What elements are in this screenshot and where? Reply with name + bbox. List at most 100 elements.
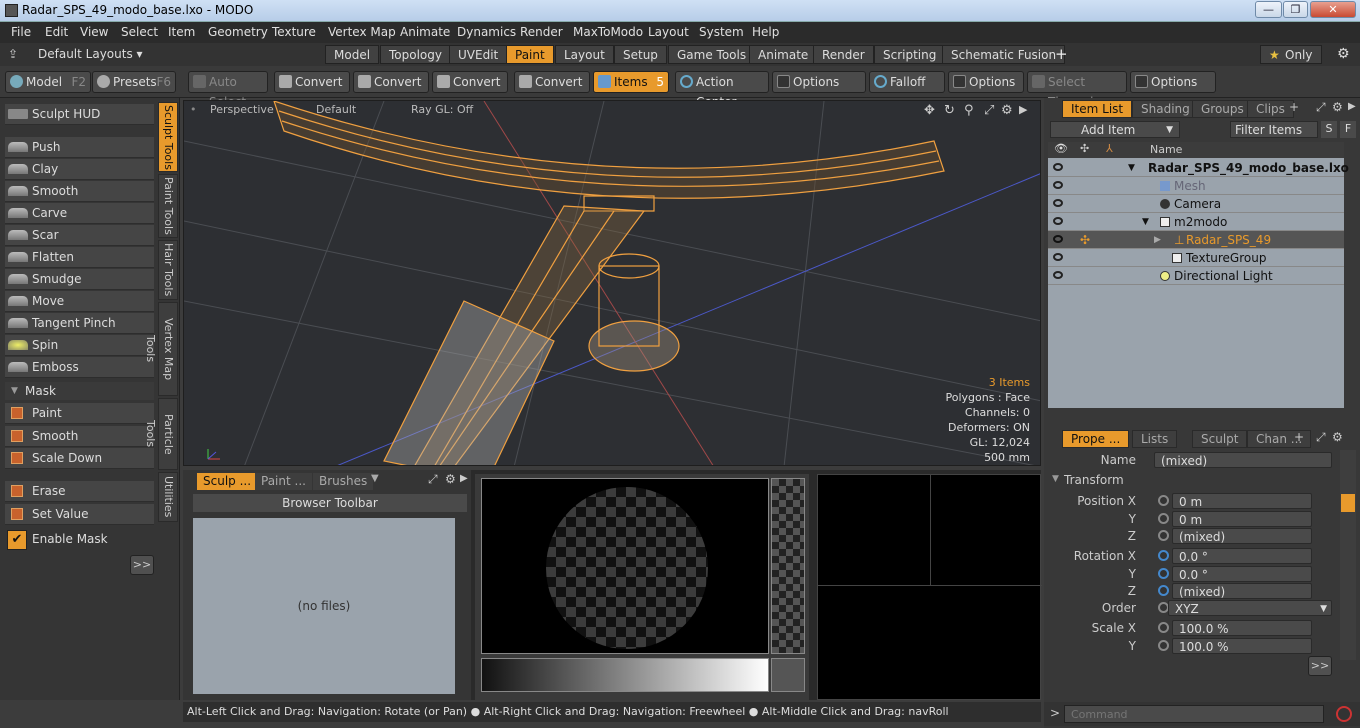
- tab-sculpt-presets[interactable]: Sculp ...: [197, 473, 258, 490]
- lock-column-icon[interactable]: ✣: [1080, 142, 1089, 155]
- viewport-arrow-icon[interactable]: ▶: [1019, 103, 1027, 116]
- order-dropdown[interactable]: XYZ ▼: [1168, 600, 1332, 616]
- eye-icon[interactable]: [1053, 235, 1063, 243]
- position-z-field[interactable]: (mixed): [1172, 528, 1312, 544]
- tool-spin[interactable]: Spin: [5, 335, 154, 356]
- rotation-x-field[interactable]: 0.0 °: [1172, 548, 1312, 564]
- position-y-field[interactable]: 0 m: [1172, 511, 1312, 527]
- side-tab-active[interactable]: [1341, 494, 1355, 512]
- eye-icon[interactable]: [1053, 271, 1063, 279]
- vtab-particle-tools[interactable]: Particle Tools: [144, 398, 178, 470]
- scale-x-field[interactable]: 100.0 %: [1172, 620, 1312, 636]
- tab-animate[interactable]: Animate: [749, 45, 818, 64]
- rotation-z-field[interactable]: (mixed): [1172, 583, 1312, 599]
- mask-header[interactable]: ▼ Mask: [5, 382, 154, 400]
- menu-layout[interactable]: Layout: [648, 25, 689, 39]
- tab-model[interactable]: Model: [325, 45, 380, 64]
- convert-button-4[interactable]: Convert: [514, 71, 590, 93]
- only-button[interactable]: ★ Only: [1260, 45, 1322, 64]
- tab-game-tools[interactable]: Game Tools: [668, 45, 756, 64]
- options-button-3[interactable]: Options: [1130, 71, 1216, 93]
- list-item[interactable]: Directional Light: [1048, 267, 1344, 285]
- tab-clips[interactable]: Clips: [1247, 100, 1294, 118]
- menu-vertex-map[interactable]: Vertex Map: [328, 25, 396, 39]
- eye-icon[interactable]: [1053, 199, 1063, 207]
- default-layouts-dropdown[interactable]: Default Layouts ▾: [38, 47, 143, 61]
- gear-icon[interactable]: ⚙: [1332, 100, 1343, 114]
- dropdown-arrow-icon[interactable]: ▼: [371, 473, 379, 484]
- vtab-paint-tools[interactable]: Paint Tools: [158, 174, 178, 238]
- list-item[interactable]: ▼ m2modo: [1048, 213, 1344, 231]
- color-swatch[interactable]: [771, 658, 805, 692]
- convert-button-2[interactable]: Convert: [353, 71, 429, 93]
- add-tab-icon[interactable]: +: [1289, 100, 1299, 114]
- menu-render[interactable]: Render: [520, 25, 563, 39]
- tool-smudge[interactable]: Smudge: [5, 269, 154, 290]
- grayscale-gradient[interactable]: [481, 658, 769, 692]
- tab-topology[interactable]: Topology: [380, 45, 451, 64]
- tab-brushes[interactable]: Brushes: [313, 473, 374, 490]
- gear-icon[interactable]: ⚙: [1332, 430, 1343, 444]
- tab-lists[interactable]: Lists: [1132, 430, 1178, 448]
- f-button[interactable]: F: [1340, 121, 1356, 138]
- convert-button-1[interactable]: Convert: [274, 71, 350, 93]
- gear-icon[interactable]: ⚙: [445, 472, 456, 486]
- radio-icon[interactable]: [1158, 550, 1169, 561]
- tab-schematic-fusion[interactable]: Schematic Fusion: [942, 45, 1066, 64]
- panel-arrow-icon[interactable]: ▶: [1348, 101, 1356, 112]
- add-tab-button[interactable]: +: [1055, 45, 1068, 63]
- tab-groups[interactable]: Groups: [1192, 100, 1253, 118]
- mask-scale-down[interactable]: Scale Down: [5, 448, 154, 469]
- menu-dynamics[interactable]: Dynamics: [457, 25, 516, 39]
- tab-item-list[interactable]: Item List: [1062, 100, 1133, 118]
- tool-push[interactable]: Push: [5, 137, 154, 158]
- rotation-y-field[interactable]: 0.0 °: [1172, 566, 1312, 582]
- layout-arrow-icon[interactable]: ⇪: [8, 47, 18, 61]
- vtab-utilities[interactable]: Utilities: [158, 472, 178, 522]
- brush-preview[interactable]: [481, 478, 769, 654]
- tab-shading[interactable]: Shading: [1132, 100, 1199, 118]
- menu-geometry[interactable]: Geometry: [208, 25, 268, 39]
- menu-help[interactable]: Help: [752, 25, 779, 39]
- radio-icon[interactable]: [1158, 585, 1169, 596]
- more-button[interactable]: >>: [130, 555, 154, 575]
- eye-icon[interactable]: [1053, 163, 1063, 171]
- viewport-menu-icon[interactable]: •: [190, 103, 197, 116]
- vtab-sculpt-tools[interactable]: Sculpt Tools: [158, 102, 178, 172]
- mask-smooth[interactable]: Smooth: [5, 426, 154, 447]
- record-icon[interactable]: [1336, 706, 1352, 722]
- expand-arrow-icon[interactable]: ▶: [1154, 231, 1161, 249]
- collapse-arrow-icon[interactable]: ▼: [1052, 474, 1059, 484]
- enable-mask-checkbox[interactable]: ✔: [7, 530, 27, 550]
- rotate-icon[interactable]: ↻: [944, 103, 955, 118]
- name-column-header[interactable]: Name: [1150, 143, 1182, 156]
- file-browser-area[interactable]: (no files): [193, 518, 455, 694]
- items-button[interactable]: Items 5: [593, 71, 669, 93]
- eye-icon[interactable]: [1053, 217, 1063, 225]
- menu-item[interactable]: Item: [168, 25, 195, 39]
- radio-icon[interactable]: [1158, 640, 1169, 651]
- lock-icon[interactable]: ✣: [1080, 231, 1090, 249]
- eye-icon[interactable]: [1053, 181, 1063, 189]
- list-item[interactable]: ▼ Radar_SPS_49_modo_base.lxo: [1048, 159, 1349, 177]
- command-input[interactable]: [1064, 705, 1324, 723]
- options-button-2[interactable]: Options: [948, 71, 1024, 93]
- sculpt-hud-button[interactable]: Sculpt HUD: [5, 104, 154, 125]
- tab-setup[interactable]: Setup: [614, 45, 667, 64]
- eye-icon[interactable]: [1053, 253, 1063, 261]
- tool-carve[interactable]: Carve: [5, 203, 154, 224]
- auto-select-button[interactable]: Auto Select: [188, 71, 268, 109]
- tool-flatten[interactable]: Flatten: [5, 247, 154, 268]
- list-item[interactable]: Mesh: [1048, 177, 1344, 195]
- viewport-settings-icon[interactable]: ⚙: [1001, 103, 1013, 118]
- close-button[interactable]: ✕: [1310, 1, 1356, 18]
- erase-button[interactable]: Erase: [5, 481, 154, 502]
- gear-icon[interactable]: ⚙: [1337, 46, 1350, 62]
- menu-select[interactable]: Select: [121, 25, 158, 39]
- list-item-selected[interactable]: ✣ ▶ ⊥ Radar_SPS_49: [1048, 231, 1344, 249]
- presets-button[interactable]: Presets F6: [92, 71, 176, 93]
- tab-properties[interactable]: Prope ...: [1062, 430, 1130, 448]
- vtab-vertex-map-tools[interactable]: Vertex Map Tools: [144, 302, 178, 396]
- filter-items-input[interactable]: Filter Items: [1230, 121, 1318, 138]
- menu-view[interactable]: View: [80, 25, 108, 39]
